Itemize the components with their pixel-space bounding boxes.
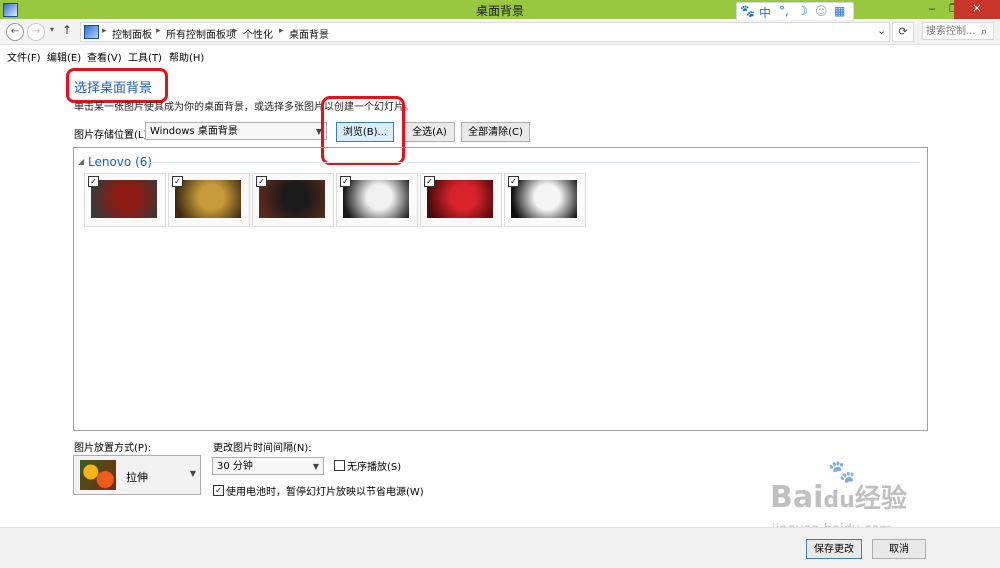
shuffle-checkbox[interactable] <box>334 460 345 471</box>
wallpaper-thumbnail <box>91 180 157 218</box>
group-header[interactable]: Lenovo (6) <box>88 155 152 169</box>
navigation-bar: ← → ▾ ↑ ▸ 控制面板 ▸ 所有控制面板项 ▸ 个性化 ▸ 桌面背景 ⌄ … <box>0 20 1000 45</box>
ime-punctuation-icon[interactable]: °, <box>779 4 789 18</box>
wallpaper-checkbox[interactable]: ✓ <box>340 176 351 187</box>
breadcrumb-control-panel[interactable]: 控制面板 <box>112 26 152 41</box>
close-button[interactable]: ✕ <box>954 0 1000 19</box>
interval-select[interactable]: 30 分钟 ▼ <box>212 457 324 475</box>
menu-help[interactable]: 帮助(H) <box>169 49 204 64</box>
breadcrumb-personalization[interactable]: 个性化 <box>243 26 273 41</box>
save-changes-button[interactable]: 保存更改 <box>806 539 862 559</box>
history-dropdown-icon[interactable]: ▾ <box>50 25 54 34</box>
wallpaper-tile[interactable]: ✓ <box>168 173 250 227</box>
picture-position-value: 拉伸 <box>126 471 148 484</box>
breadcrumb-separator: ▸ <box>233 26 238 36</box>
ime-user-icon[interactable]: ☺ <box>815 4 828 18</box>
interval-label: 更改图片时间间隔(N): <box>213 443 312 454</box>
position-preview-thumbnail <box>80 460 116 490</box>
wallpaper-thumbnail <box>511 180 577 218</box>
wallpaper-checkbox[interactable]: ✓ <box>508 176 519 187</box>
refresh-button[interactable]: ⟳ <box>892 22 914 42</box>
ime-moon-icon[interactable]: ☽ <box>797 4 808 18</box>
up-button[interactable]: ↑ <box>62 23 72 37</box>
menu-file[interactable]: 文件(F) <box>7 49 41 64</box>
watermark-brand: Baidu经验 <box>770 480 907 515</box>
ime-paw-icon[interactable]: 🐾 <box>740 4 755 18</box>
picture-location-value: Windows 桌面背景 <box>150 126 238 137</box>
breadcrumb-separator: ▸ <box>156 26 161 36</box>
picture-location-select[interactable]: Windows 桌面背景 ▼ <box>145 122 327 140</box>
battery-pause-checkbox[interactable]: ✓ <box>213 485 224 496</box>
menu-edit[interactable]: 编辑(E) <box>47 49 81 64</box>
wallpaper-thumbnail <box>175 180 241 218</box>
collapse-group-icon[interactable]: ◢ <box>78 157 84 166</box>
interval-value: 30 分钟 <box>217 461 253 472</box>
wallpaper-thumbnail <box>259 180 325 218</box>
wallpaper-tile[interactable]: ✓ <box>420 173 502 227</box>
back-button[interactable]: ← <box>6 23 24 41</box>
forward-button[interactable]: → <box>27 23 45 41</box>
wallpaper-tile[interactable]: ✓ <box>504 173 586 227</box>
clear-all-button[interactable]: 全部清除(C) <box>461 122 530 142</box>
select-all-button[interactable]: 全选(A) <box>404 122 455 142</box>
address-bar[interactable]: ▸ 控制面板 ▸ 所有控制面板项 ▸ 个性化 ▸ 桌面背景 ⌄ <box>80 22 890 42</box>
menu-tools[interactable]: 工具(T) <box>128 49 162 64</box>
cancel-button[interactable]: 取消 <box>872 539 926 559</box>
control-panel-icon <box>84 25 99 39</box>
ime-grid-icon[interactable]: ▦ <box>834 4 845 18</box>
menu-view[interactable]: 查看(V) <box>87 49 122 64</box>
wallpaper-checkbox[interactable]: ✓ <box>424 176 435 187</box>
chevron-down-icon: ▼ <box>189 469 196 478</box>
wallpaper-checkbox[interactable]: ✓ <box>88 176 99 187</box>
breadcrumb-all-items[interactable]: 所有控制面板项 <box>166 26 236 41</box>
picture-location-label: 图片存储位置(L): <box>74 130 151 141</box>
breadcrumb-separator: ▸ <box>279 26 284 36</box>
search-icon[interactable]: ⌕ <box>981 25 987 39</box>
shuffle-label[interactable]: 无序播放(S) <box>347 458 401 473</box>
ime-chinese-mode[interactable]: 中 <box>759 4 771 21</box>
wallpaper-tile[interactable]: ✓ <box>252 173 334 227</box>
ime-toolbar: 🐾 中 °, ☽ ☺ ▦ <box>736 2 854 22</box>
wallpaper-thumbnail <box>343 180 409 218</box>
wallpaper-checkbox[interactable]: ✓ <box>172 176 183 187</box>
picture-position-select[interactable]: 拉伸 ▼ <box>73 455 201 495</box>
battery-pause-label[interactable]: 使用电池时，暂停幻灯片放映以节省电源(W) <box>226 483 424 498</box>
picture-position-label: 图片放置方式(P): <box>74 443 152 454</box>
wallpaper-thumbnail <box>427 180 493 218</box>
breadcrumb-desktop-background[interactable]: 桌面背景 <box>289 26 329 41</box>
menu-bar: 文件(F) 编辑(E) 查看(V) 工具(T) 帮助(H) <box>0 45 1000 65</box>
wallpaper-checkbox[interactable]: ✓ <box>256 176 267 187</box>
group-divider <box>150 162 920 163</box>
wallpaper-tile[interactable]: ✓ <box>336 173 418 227</box>
chevron-down-icon: ▼ <box>312 462 319 471</box>
address-dropdown-icon[interactable]: ⌄ <box>877 24 886 37</box>
wallpaper-tile[interactable]: ✓ <box>84 173 166 227</box>
breadcrumb-separator: ▸ <box>102 26 107 36</box>
